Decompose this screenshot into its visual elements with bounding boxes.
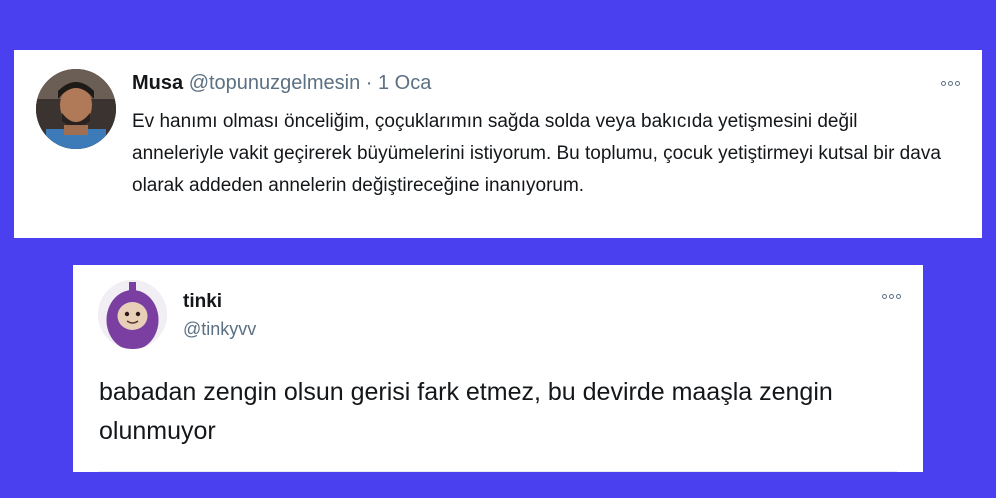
divider xyxy=(99,471,897,472)
more-horizontal-icon[interactable] xyxy=(882,294,901,299)
tweet-text: babadan zengin olsun gerisi fark etmez, … xyxy=(99,378,833,445)
avatar[interactable] xyxy=(36,69,116,149)
display-name[interactable]: Musa xyxy=(132,72,183,94)
display-name[interactable]: tinki xyxy=(183,291,222,313)
header-separator: · xyxy=(365,72,373,94)
user-handle[interactable]: @topunuzgelmesin xyxy=(189,72,361,94)
avatar-photo xyxy=(98,280,167,349)
tweet-header: Musa @topunuzgelmesin · 1 Oca xyxy=(132,72,431,95)
avatar[interactable] xyxy=(98,280,167,349)
tweet-text: Ev hanımı olması önceliğim, çoçuklarımın… xyxy=(132,111,941,196)
tweet-date[interactable]: 1 Oca xyxy=(378,72,431,94)
user-handle[interactable]: @tinkyvv xyxy=(183,319,256,340)
avatar-photo xyxy=(36,69,116,149)
tweet-card[interactable]: tinki @tinkyvv babadan zengin olsun geri… xyxy=(73,265,923,472)
tweet-card[interactable]: Musa @topunuzgelmesin · 1 Oca Ev hanımı … xyxy=(14,50,982,238)
more-horizontal-icon[interactable] xyxy=(941,81,960,86)
